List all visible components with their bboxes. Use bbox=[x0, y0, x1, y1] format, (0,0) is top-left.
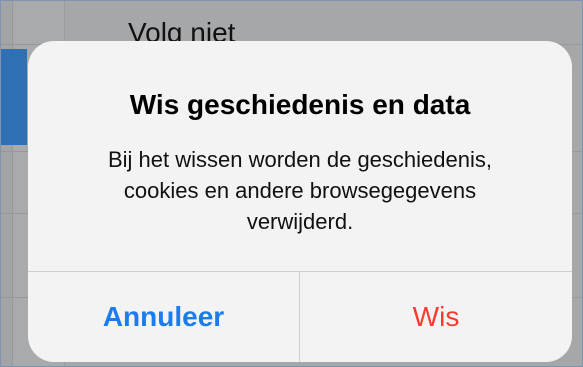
alert-title: Wis geschiedenis en data bbox=[129, 89, 471, 120]
clear-history-alert: Wis geschiedenis en data Bij het wissen … bbox=[28, 41, 572, 362]
cancel-button[interactable]: Annuleer bbox=[28, 272, 299, 362]
clear-button[interactable]: Wis bbox=[300, 272, 572, 362]
alert-message-line: verwijderd. bbox=[246, 209, 354, 234]
alert-message-line: Bij het wissen worden de geschiedenis, bbox=[107, 147, 492, 172]
alert-body: Wis geschiedenis en data Bij het wissen … bbox=[28, 41, 572, 271]
screen-frame: Volg niet Wis geschiedenis en data Bij h… bbox=[0, 0, 583, 367]
alert-message-line: cookies en andere browsegegevens bbox=[123, 178, 477, 203]
alert-message: Bij het wissen worden de geschiedenis, c… bbox=[48, 144, 552, 237]
selected-sidebar-item bbox=[1, 49, 27, 145]
